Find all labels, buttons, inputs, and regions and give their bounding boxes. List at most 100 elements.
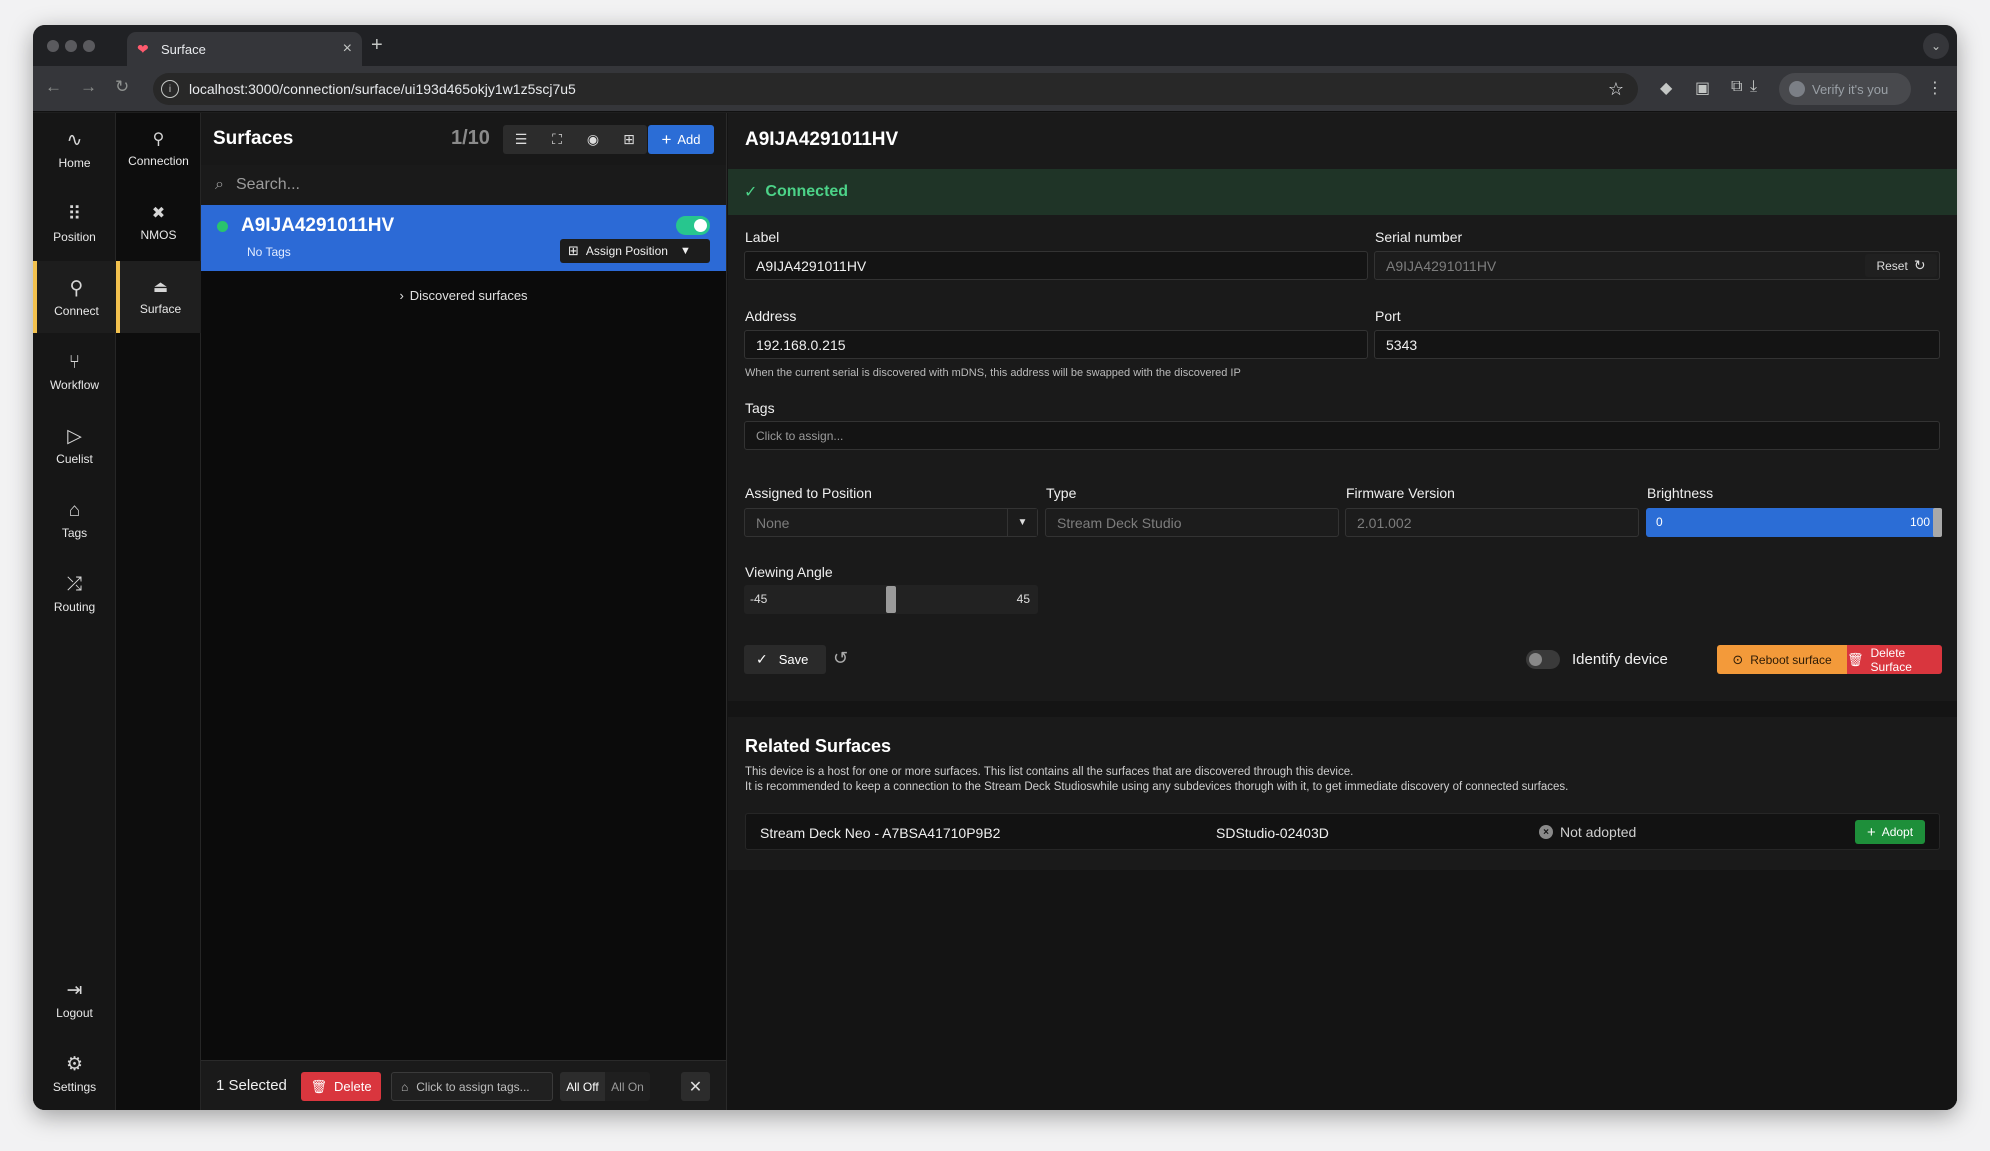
check-icon: ✓ xyxy=(744,184,758,201)
address-bar[interactable]: i localhost:3000/connection/surface/ui19… xyxy=(153,73,1638,105)
list-view-icon[interactable]: ☰ xyxy=(503,125,539,154)
nav-connect[interactable]: ⚲ Connect xyxy=(33,261,116,333)
nav-position-label: Position xyxy=(53,229,96,244)
tab-search-chevron-icon[interactable]: ⌄ xyxy=(1923,33,1949,59)
nav-home-label: Home xyxy=(58,155,91,170)
label-field-label: Label xyxy=(745,229,780,245)
plus-icon: + xyxy=(661,129,672,149)
verify-profile-button[interactable]: Verify it's you xyxy=(1779,73,1911,105)
all-on-button[interactable]: All On xyxy=(605,1072,650,1101)
window-zoom-dot[interactable] xyxy=(83,40,95,52)
assign-position-button[interactable]: ⊞ Assign Position ▼ xyxy=(560,239,710,263)
nav-workflow[interactable]: ⑂ Workflow xyxy=(33,335,116,407)
toggle-knob xyxy=(1529,653,1542,666)
save-label: Save xyxy=(778,652,809,667)
assign-grid-icon: ⊞ xyxy=(568,243,579,258)
assign-position-label: Assign Position xyxy=(585,244,668,258)
nav-logout-label: Logout xyxy=(56,1005,93,1020)
delete-selected-button[interactable]: 🗑 Delete xyxy=(301,1072,381,1101)
browser-menu-icon[interactable]: ⋮ xyxy=(1927,78,1943,98)
reboot-surface-button[interactable]: ⊙ Reboot surface xyxy=(1717,645,1847,674)
site-info-icon[interactable]: i xyxy=(161,80,179,98)
address-field-label: Address xyxy=(745,308,797,324)
adopt-button[interactable]: + Adopt xyxy=(1855,820,1925,844)
main-nav-rail: ∿ Home ⠿ Position ⚲ Connect ⑂ Workflow ▷… xyxy=(33,113,116,1110)
window-minimize-dot[interactable] xyxy=(65,40,77,52)
plug-icon: ⚲ xyxy=(152,131,165,148)
delete-surface-button[interactable]: 🗑 Delete Surface xyxy=(1847,645,1942,674)
nav-settings-label: Settings xyxy=(52,1079,97,1094)
tab-close-icon[interactable]: × xyxy=(343,40,352,58)
brightness-slider[interactable]: 0 100 xyxy=(1646,508,1942,537)
forward-arrow-icon[interactable]: → xyxy=(80,77,97,97)
nmos-icon: ✖ xyxy=(151,205,166,222)
bookmark-star-icon[interactable]: ☆ xyxy=(1608,79,1624,100)
save-button[interactable]: ✓ Save xyxy=(744,645,826,674)
nav-logout[interactable]: ⇥ Logout xyxy=(33,963,116,1035)
extensions-puzzle-icon[interactable]: ⧉ xyxy=(1731,78,1742,96)
reset-icon: ↻ xyxy=(1913,257,1926,273)
surface-list-item[interactable]: A9IJA4291011HV No Tags ⊞ Assign Position… xyxy=(201,205,726,271)
nav-cuelist[interactable]: ▷ Cuelist xyxy=(33,409,116,481)
extension-diamond-icon[interactable]: ◆ xyxy=(1660,78,1672,98)
nav-routing[interactable]: ⤮ Routing xyxy=(33,557,116,629)
browser-tab[interactable]: ❤ Surface × xyxy=(127,32,362,66)
connection-status-banner: ✓ Connected xyxy=(728,169,1957,215)
surface-tags: No Tags xyxy=(247,245,291,259)
search-input[interactable] xyxy=(235,176,656,194)
window-close-dot[interactable] xyxy=(47,40,59,52)
details-view-icon[interactable]: ⊞ xyxy=(611,125,647,154)
related-description-1: This device is a host for one or more su… xyxy=(745,766,1354,778)
viewing-angle-label: Viewing Angle xyxy=(745,564,833,580)
identify-device-label: Identify device xyxy=(1572,651,1668,668)
discovered-surfaces-toggle[interactable]: › Discovered surfaces xyxy=(201,288,726,303)
identify-device-toggle[interactable] xyxy=(1526,650,1560,669)
address-hint: When the current serial is discovered wi… xyxy=(745,367,1241,379)
chevron-right-icon: › xyxy=(399,288,404,303)
joystick-icon: ⏏ xyxy=(152,279,169,296)
add-surface-button[interactable]: + Add xyxy=(648,125,714,154)
back-arrow-icon[interactable]: ← xyxy=(45,77,62,97)
subnav-surface[interactable]: ⏏ Surface xyxy=(116,261,201,333)
reload-icon[interactable]: ↻ xyxy=(115,77,129,97)
nav-position[interactable]: ⠿ Position xyxy=(33,187,116,259)
extension-sidepanel-icon[interactable]: ▣ xyxy=(1695,78,1710,98)
position-select[interactable]: None ▼ xyxy=(744,508,1038,537)
tags-input[interactable]: Click to assign... xyxy=(744,421,1940,450)
viewing-angle-slider[interactable]: -45 45 xyxy=(744,585,1038,614)
view-toggle-group: ☰ ⛶ ◉ ⊞ xyxy=(503,125,647,154)
brightness-handle[interactable] xyxy=(1933,508,1942,537)
viewing-min: -45 xyxy=(750,592,768,606)
pulse-icon: ∿ xyxy=(66,129,83,151)
nav-tags[interactable]: ⌂ Tags xyxy=(33,483,116,555)
plug-icon: ⚲ xyxy=(69,277,84,299)
reset-serial-button[interactable]: Reset ↻ xyxy=(1865,254,1937,277)
nav-home[interactable]: ∿ Home xyxy=(33,113,116,185)
tab-title: Surface xyxy=(161,41,206,57)
port-input[interactable]: 5343 xyxy=(1374,330,1940,359)
serial-input[interactable]: A9IJA4291011HV Reset ↻ xyxy=(1374,251,1940,280)
app-root: ∿ Home ⠿ Position ⚲ Connect ⑂ Workflow ▷… xyxy=(33,113,1957,1110)
discover-icon[interactable]: ◉ xyxy=(575,125,611,154)
revert-icon[interactable]: ↺ xyxy=(833,648,848,669)
grid-icon: ⠿ xyxy=(67,203,82,225)
related-surface-status: × Not adopted xyxy=(1539,824,1636,840)
viewing-angle-handle[interactable] xyxy=(886,586,896,613)
address-input[interactable]: 192.168.0.215 xyxy=(744,330,1368,359)
downloads-icon[interactable]: ⤓ xyxy=(1750,78,1757,96)
subnav-nmos[interactable]: ✖ NMOS xyxy=(116,187,201,259)
new-tab-icon[interactable]: + xyxy=(371,34,383,57)
verify-label: Verify it's you xyxy=(1812,81,1889,97)
surface-enable-toggle[interactable] xyxy=(676,216,710,235)
clear-selection-close-icon[interactable]: ✕ xyxy=(681,1072,710,1101)
nav-settings[interactable]: ⚙ Settings xyxy=(33,1037,116,1109)
surfaces-header: Surfaces 1/10 ☰ ⛶ ◉ ⊞ + Add xyxy=(201,113,726,165)
assign-tags-field[interactable]: ⌂ Click to assign tags... xyxy=(391,1072,553,1101)
position-field-label: Assigned to Position xyxy=(745,485,872,501)
fullscreen-icon[interactable]: ⛶ xyxy=(539,125,575,154)
all-off-button[interactable]: All Off xyxy=(560,1072,605,1101)
tag-icon: ⌂ xyxy=(68,499,81,521)
subnav-connection[interactable]: ⚲ Connection xyxy=(116,113,201,185)
label-input[interactable]: A9IJA4291011HV xyxy=(744,251,1368,280)
trash-icon: 🗑 xyxy=(310,1078,327,1094)
